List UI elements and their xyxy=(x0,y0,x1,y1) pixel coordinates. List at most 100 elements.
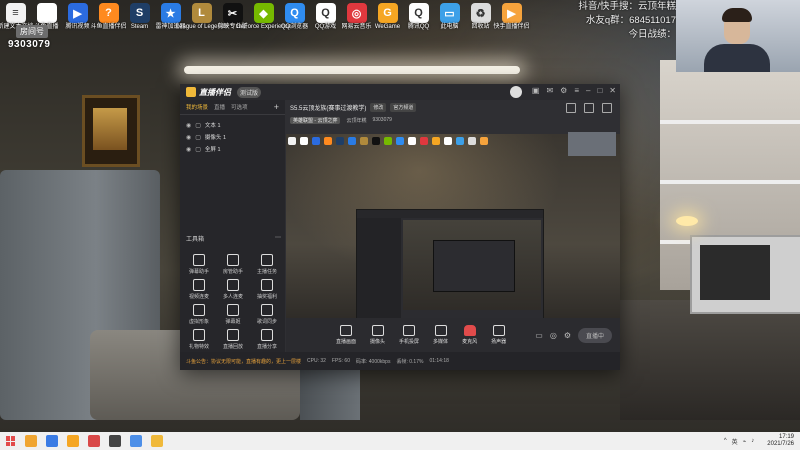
layout-icon[interactable] xyxy=(566,103,576,113)
eye-icon[interactable]: ◉ xyxy=(186,122,191,129)
desktop-icon-label: 回收站 xyxy=(471,24,490,30)
media-icon xyxy=(434,325,447,336)
speaker-button[interactable]: 扬声器 xyxy=(491,325,506,345)
desktop-icon[interactable]: ▶ 腾讯视频 xyxy=(62,0,93,38)
tool-icon xyxy=(227,254,239,266)
taskbar-app-qq[interactable] xyxy=(130,435,142,447)
phone-cast-button[interactable]: 手机投屏 xyxy=(399,325,419,345)
gift-icon[interactable]: ▣ xyxy=(532,86,540,95)
app-title-bar[interactable]: 直播伴侣 测试版 ▣ ✉ ⚙ ≡ – □ ✕ xyxy=(180,84,620,100)
close-icon[interactable]: ✕ xyxy=(609,86,616,95)
tool-icon xyxy=(261,329,273,341)
official-channel-button[interactable]: 官方频道 xyxy=(390,102,417,112)
desktop-icon[interactable]: ▶ 快手直播伴侣 xyxy=(494,0,530,38)
stream-screen-button[interactable]: 直播画面 xyxy=(336,325,356,345)
preview-canvas[interactable] xyxy=(286,134,620,318)
toolbox-item[interactable]: 弹幕姬 xyxy=(216,304,250,325)
clock[interactable]: 17:19 2021/7/26 xyxy=(762,434,794,448)
toolbox-item[interactable]: 直播回放 xyxy=(216,329,250,350)
toolbox-item[interactable]: 弹幕助手 xyxy=(182,254,216,275)
toolbox-item[interactable]: 抽奖福利 xyxy=(250,279,284,300)
desktop-icon[interactable]: Q QQ游戏 xyxy=(310,0,341,38)
lock-icon[interactable]: ▢ xyxy=(195,146,201,153)
tool-label: 直播回放 xyxy=(222,344,243,350)
desktop-icon[interactable]: ★ 雷神加速器 xyxy=(155,0,186,38)
toolbox-item[interactable]: 多人连麦 xyxy=(216,279,250,300)
toolbox-item[interactable]: 歌词同步 xyxy=(250,304,284,325)
desktop-icon[interactable]: Q QQ浏览器 xyxy=(279,0,310,38)
source-item[interactable]: ◉ ▢ 全屏 1 xyxy=(180,143,285,155)
start-live-button[interactable]: 直播中 xyxy=(577,327,612,343)
tray-icon[interactable]: ^ xyxy=(724,438,727,444)
tray-icon[interactable]: 英 xyxy=(732,437,738,446)
toolbox-item[interactable]: 虚拟形象 xyxy=(182,304,216,325)
toolbox-header: 工具箱 ⋯ xyxy=(186,234,281,243)
tab-live[interactable]: 直播 xyxy=(214,103,225,111)
category-chip[interactable]: 英雄联盟 - 云顶之弈 xyxy=(290,116,341,124)
tool-label: 弹幕姬 xyxy=(225,319,241,325)
user-avatar[interactable] xyxy=(510,86,522,98)
fullscreen-icon[interactable] xyxy=(602,103,612,113)
minimize-icon[interactable]: – xyxy=(586,86,590,95)
desktop-icon[interactable]: L League of Legends xyxy=(176,0,227,38)
mic-button[interactable]: 麦克风 xyxy=(462,325,477,345)
eye-preview-icon[interactable]: ◎ xyxy=(550,331,557,340)
tool-icon xyxy=(227,279,239,291)
source-item[interactable]: ◉ ▢ 文本 1 xyxy=(180,119,285,131)
taskbar-app-streaming[interactable] xyxy=(151,435,163,447)
lock-icon[interactable]: ▢ xyxy=(195,122,201,129)
tab-options[interactable]: 可选项 xyxy=(231,103,248,111)
record-video-icon[interactable]: ▭ xyxy=(535,331,543,340)
edit-title-button[interactable]: 修改 xyxy=(370,102,387,112)
taskbar-app-browser[interactable] xyxy=(88,435,100,447)
tray-icon[interactable]: ⌁ xyxy=(743,438,747,445)
taskbar-app-explorer[interactable] xyxy=(25,435,37,447)
menu-icon[interactable]: ≡ xyxy=(574,86,579,95)
taskbar-app-wegame[interactable] xyxy=(67,435,79,447)
window-controls: ▣ ✉ ⚙ ≡ – □ ✕ xyxy=(525,86,616,95)
toolbox-item[interactable]: 直播分享 xyxy=(250,329,284,350)
lock-icon[interactable]: ▢ xyxy=(195,134,201,141)
desktop-icon-label: 网易云音乐 xyxy=(341,24,372,30)
desktop-app-icon: ▶ xyxy=(501,3,522,23)
toolbox-item[interactable]: 礼物特效 xyxy=(182,329,216,350)
desktop-icon[interactable]: ? 斗鱼直播伴侣 xyxy=(91,0,127,38)
desktop-icon[interactable]: ◎ 网易云音乐 xyxy=(341,0,372,38)
toolbox-item[interactable]: 视频连麦 xyxy=(182,279,216,300)
tool-icon xyxy=(261,304,273,316)
tool-label: 歌词同步 xyxy=(256,319,277,325)
desktop-icon[interactable]: ◆ GeForce Experience xyxy=(236,0,291,38)
announcement-text: 斗鱼公告：协议无限可能，直播有趣的，更上一层楼 xyxy=(186,358,302,365)
eye-icon[interactable]: ◉ xyxy=(186,134,191,141)
media-button[interactable]: 多媒体 xyxy=(433,325,448,345)
source-item[interactable]: ◉ ▢ 摄像头 1 xyxy=(180,131,285,143)
desktop-icon[interactable]: Q 腾讯QQ xyxy=(403,0,434,38)
tray-icon[interactable]: ♪ xyxy=(751,438,754,444)
settings-gear-icon[interactable]: ⚙ xyxy=(564,331,571,340)
maximize-icon[interactable]: □ xyxy=(597,86,602,95)
desktop-icon[interactable]: G WeGame xyxy=(372,0,403,38)
settings-icon[interactable]: ⚙ xyxy=(560,86,567,95)
camera-button[interactable]: 摄像头 xyxy=(370,325,385,345)
tool-icon xyxy=(227,304,239,316)
taskbar-app-media[interactable] xyxy=(109,435,121,447)
add-source-icon[interactable]: + xyxy=(274,102,279,112)
tab-my-scenes[interactable]: 我的场景 xyxy=(186,103,208,111)
preview-desktop-icon xyxy=(324,137,332,145)
record-icon[interactable] xyxy=(584,103,594,113)
eye-icon[interactable]: ◉ xyxy=(186,146,191,153)
desktop-icon[interactable]: ✂ 剪映专业版 xyxy=(217,0,248,38)
taskbar-app-doc[interactable] xyxy=(46,435,58,447)
mail-icon[interactable]: ✉ xyxy=(546,86,553,95)
more-icon[interactable]: ⋯ xyxy=(275,234,281,243)
desktop-icon[interactable]: ♻ 回收站 xyxy=(465,0,496,38)
toolbox-item[interactable]: 房管助手 xyxy=(216,254,250,275)
start-icon[interactable] xyxy=(6,436,16,446)
left-panel: 我的场景 直播 可选项 + ◉ ▢ 文本 1 ◉ ▢ 摄像头 1 ◉ ▢ 全屏 … xyxy=(180,100,285,352)
desktop-icon[interactable]: S Steam xyxy=(124,0,155,38)
preview-header: S5.5云顶龙族(赛事过渡教学) 修改 官方频道 英雄联盟 - 云顶之弈 云顶年… xyxy=(286,100,620,134)
toolbox-item[interactable]: 主播任务 xyxy=(250,254,284,275)
preview-desktop-icon xyxy=(420,137,428,145)
desktop-icon[interactable]: ▭ 此电脑 xyxy=(434,0,465,38)
desktop-app-icon: G xyxy=(377,3,398,23)
